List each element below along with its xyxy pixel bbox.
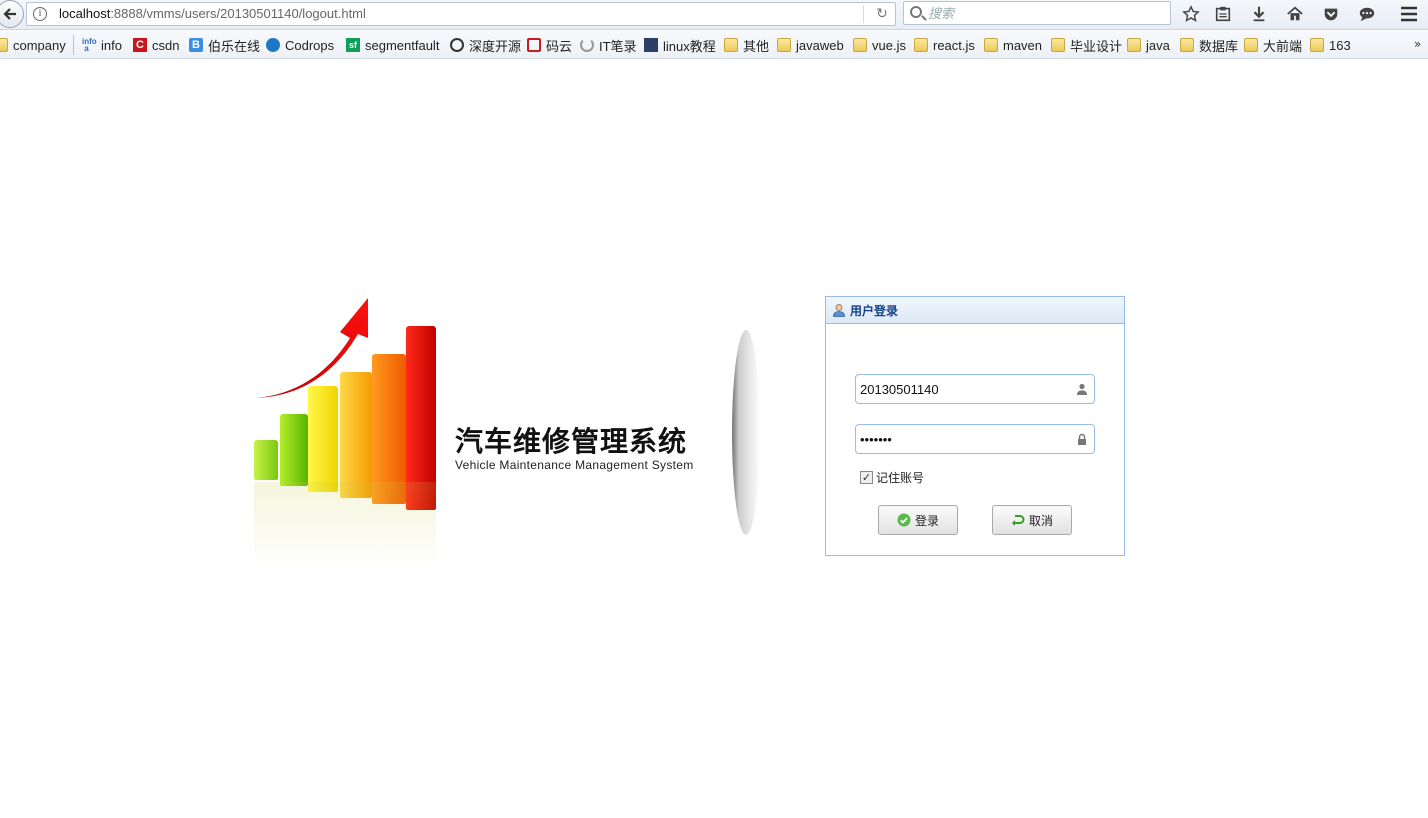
logo-bar-2 xyxy=(280,414,308,486)
segmentfault-icon: sf xyxy=(346,38,360,52)
open-source-icon xyxy=(450,38,464,52)
browser-navbar: i localhost:8888/vmms/users/20130501140/… xyxy=(0,0,1428,30)
bookmark-it-notes[interactable]: IT笔录 xyxy=(580,37,637,54)
folder-icon xyxy=(914,38,928,52)
folder-icon xyxy=(984,38,998,52)
bookmark-company[interactable]: company xyxy=(0,37,66,53)
bookmark-star-icon[interactable] xyxy=(1180,3,1202,25)
remember-account[interactable]: ✓ 记住账号 xyxy=(860,469,924,486)
username-field[interactable] xyxy=(855,374,1095,404)
bookmark-gitee[interactable]: 码云 xyxy=(527,37,572,54)
lock-icon xyxy=(1078,433,1086,445)
bookmark-csdn[interactable]: Ccsdn xyxy=(133,37,179,53)
url-text[interactable]: localhost:8888/vmms/users/20130501140/lo… xyxy=(59,6,366,21)
bookmark-maven[interactable]: maven xyxy=(984,37,1042,53)
bookmark-linux[interactable]: linux教程 xyxy=(644,37,716,54)
bookmark-reactjs[interactable]: react.js xyxy=(914,37,975,53)
check-circle-icon xyxy=(897,513,911,527)
back-button[interactable] xyxy=(0,0,24,28)
password-field[interactable] xyxy=(855,424,1095,454)
undo-arrow-icon xyxy=(1011,515,1025,526)
logo-divider xyxy=(732,330,760,535)
url-bar[interactable]: i localhost:8888/vmms/users/20130501140/… xyxy=(26,2,896,26)
search-input[interactable] xyxy=(928,3,1166,23)
bookmarks-overflow-chevron-icon[interactable]: » xyxy=(1414,37,1421,51)
info-site-icon: info a xyxy=(82,37,97,53)
bookmark-jobbole[interactable]: B 伯乐在线 xyxy=(189,37,260,54)
logo-bar-3 xyxy=(308,386,338,492)
csdn-icon: C xyxy=(133,38,147,52)
bookmark-segmentfault[interactable]: sf segmentfault xyxy=(346,37,439,53)
folder-icon xyxy=(1051,38,1065,52)
bookmark-javaweb[interactable]: javaweb xyxy=(777,37,844,53)
jobbole-icon: B xyxy=(189,38,203,52)
bookmark-other[interactable]: 其他 xyxy=(724,37,769,54)
menu-icon[interactable] xyxy=(1398,3,1420,25)
bookmark-open-source[interactable]: 深度开源 xyxy=(450,37,521,54)
login-button-label: 登录 xyxy=(914,513,939,528)
login-panel-title: 用户登录 xyxy=(850,303,899,318)
loading-icon xyxy=(580,38,594,52)
back-arrow-icon xyxy=(3,8,16,20)
cancel-button-label: 取消 xyxy=(1028,513,1053,528)
folder-icon xyxy=(1180,38,1194,52)
bookmark-frontend[interactable]: 大前端 xyxy=(1244,37,1302,54)
chat-icon[interactable] xyxy=(1356,3,1378,25)
bookmark-codrops[interactable]: Codrops xyxy=(266,37,334,53)
remember-label: 记住账号 xyxy=(876,471,925,485)
bookmark-database[interactable]: 数据库 xyxy=(1180,37,1238,54)
login-panel-header: 用户登录 xyxy=(826,297,1124,324)
codrops-icon xyxy=(266,38,280,52)
url-divider xyxy=(863,5,864,23)
bookmark-graduation[interactable]: 毕业设计 xyxy=(1051,37,1122,54)
search-icon xyxy=(910,6,922,18)
home-icon[interactable] xyxy=(1284,3,1306,25)
logo-bar-1 xyxy=(254,440,278,480)
reload-icon[interactable]: ↻ xyxy=(872,5,892,23)
person-icon xyxy=(1077,383,1087,395)
download-icon[interactable] xyxy=(1248,3,1270,25)
username-input[interactable] xyxy=(860,380,1070,398)
bookmarks-separator xyxy=(73,35,74,55)
pocket-icon[interactable] xyxy=(1320,3,1342,25)
folder-icon xyxy=(1244,38,1258,52)
login-panel: 用户登录 ✓ 记住账号 登录 取消 xyxy=(825,296,1125,556)
folder-icon xyxy=(1127,38,1141,52)
folder-icon xyxy=(724,38,738,52)
app-title: 汽车维修管理系统 xyxy=(455,425,688,458)
bookmark-info[interactable]: info a info xyxy=(82,37,122,53)
remember-checkbox[interactable]: ✓ xyxy=(860,471,873,484)
password-input[interactable] xyxy=(860,430,1070,448)
logo-reflection xyxy=(254,482,436,572)
folder-icon xyxy=(0,38,8,52)
user-icon xyxy=(833,304,845,317)
logo-bar-4 xyxy=(340,372,372,498)
folder-icon xyxy=(1310,38,1324,52)
app-logo-area: 汽车维修管理系统 Vehicle Maintenance Management … xyxy=(250,290,770,590)
bookmark-java[interactable]: java xyxy=(1127,37,1170,53)
search-bar[interactable] xyxy=(903,1,1171,25)
gitee-icon xyxy=(527,38,541,52)
bookmark-vuejs[interactable]: vue.js xyxy=(853,37,906,53)
app-subtitle: Vehicle Maintenance Management System xyxy=(455,458,694,472)
folder-icon xyxy=(777,38,791,52)
bookmark-163[interactable]: 163 xyxy=(1310,37,1351,53)
folder-icon xyxy=(853,38,867,52)
info-icon[interactable]: i xyxy=(33,7,47,21)
cancel-button[interactable]: 取消 xyxy=(992,505,1072,535)
linux-icon xyxy=(644,38,658,52)
reading-list-icon[interactable] xyxy=(1212,3,1234,25)
login-button[interactable]: 登录 xyxy=(878,505,958,535)
bookmarks-toolbar: company info a info Ccsdn B 伯乐在线 Codrops s… xyxy=(0,31,1428,59)
